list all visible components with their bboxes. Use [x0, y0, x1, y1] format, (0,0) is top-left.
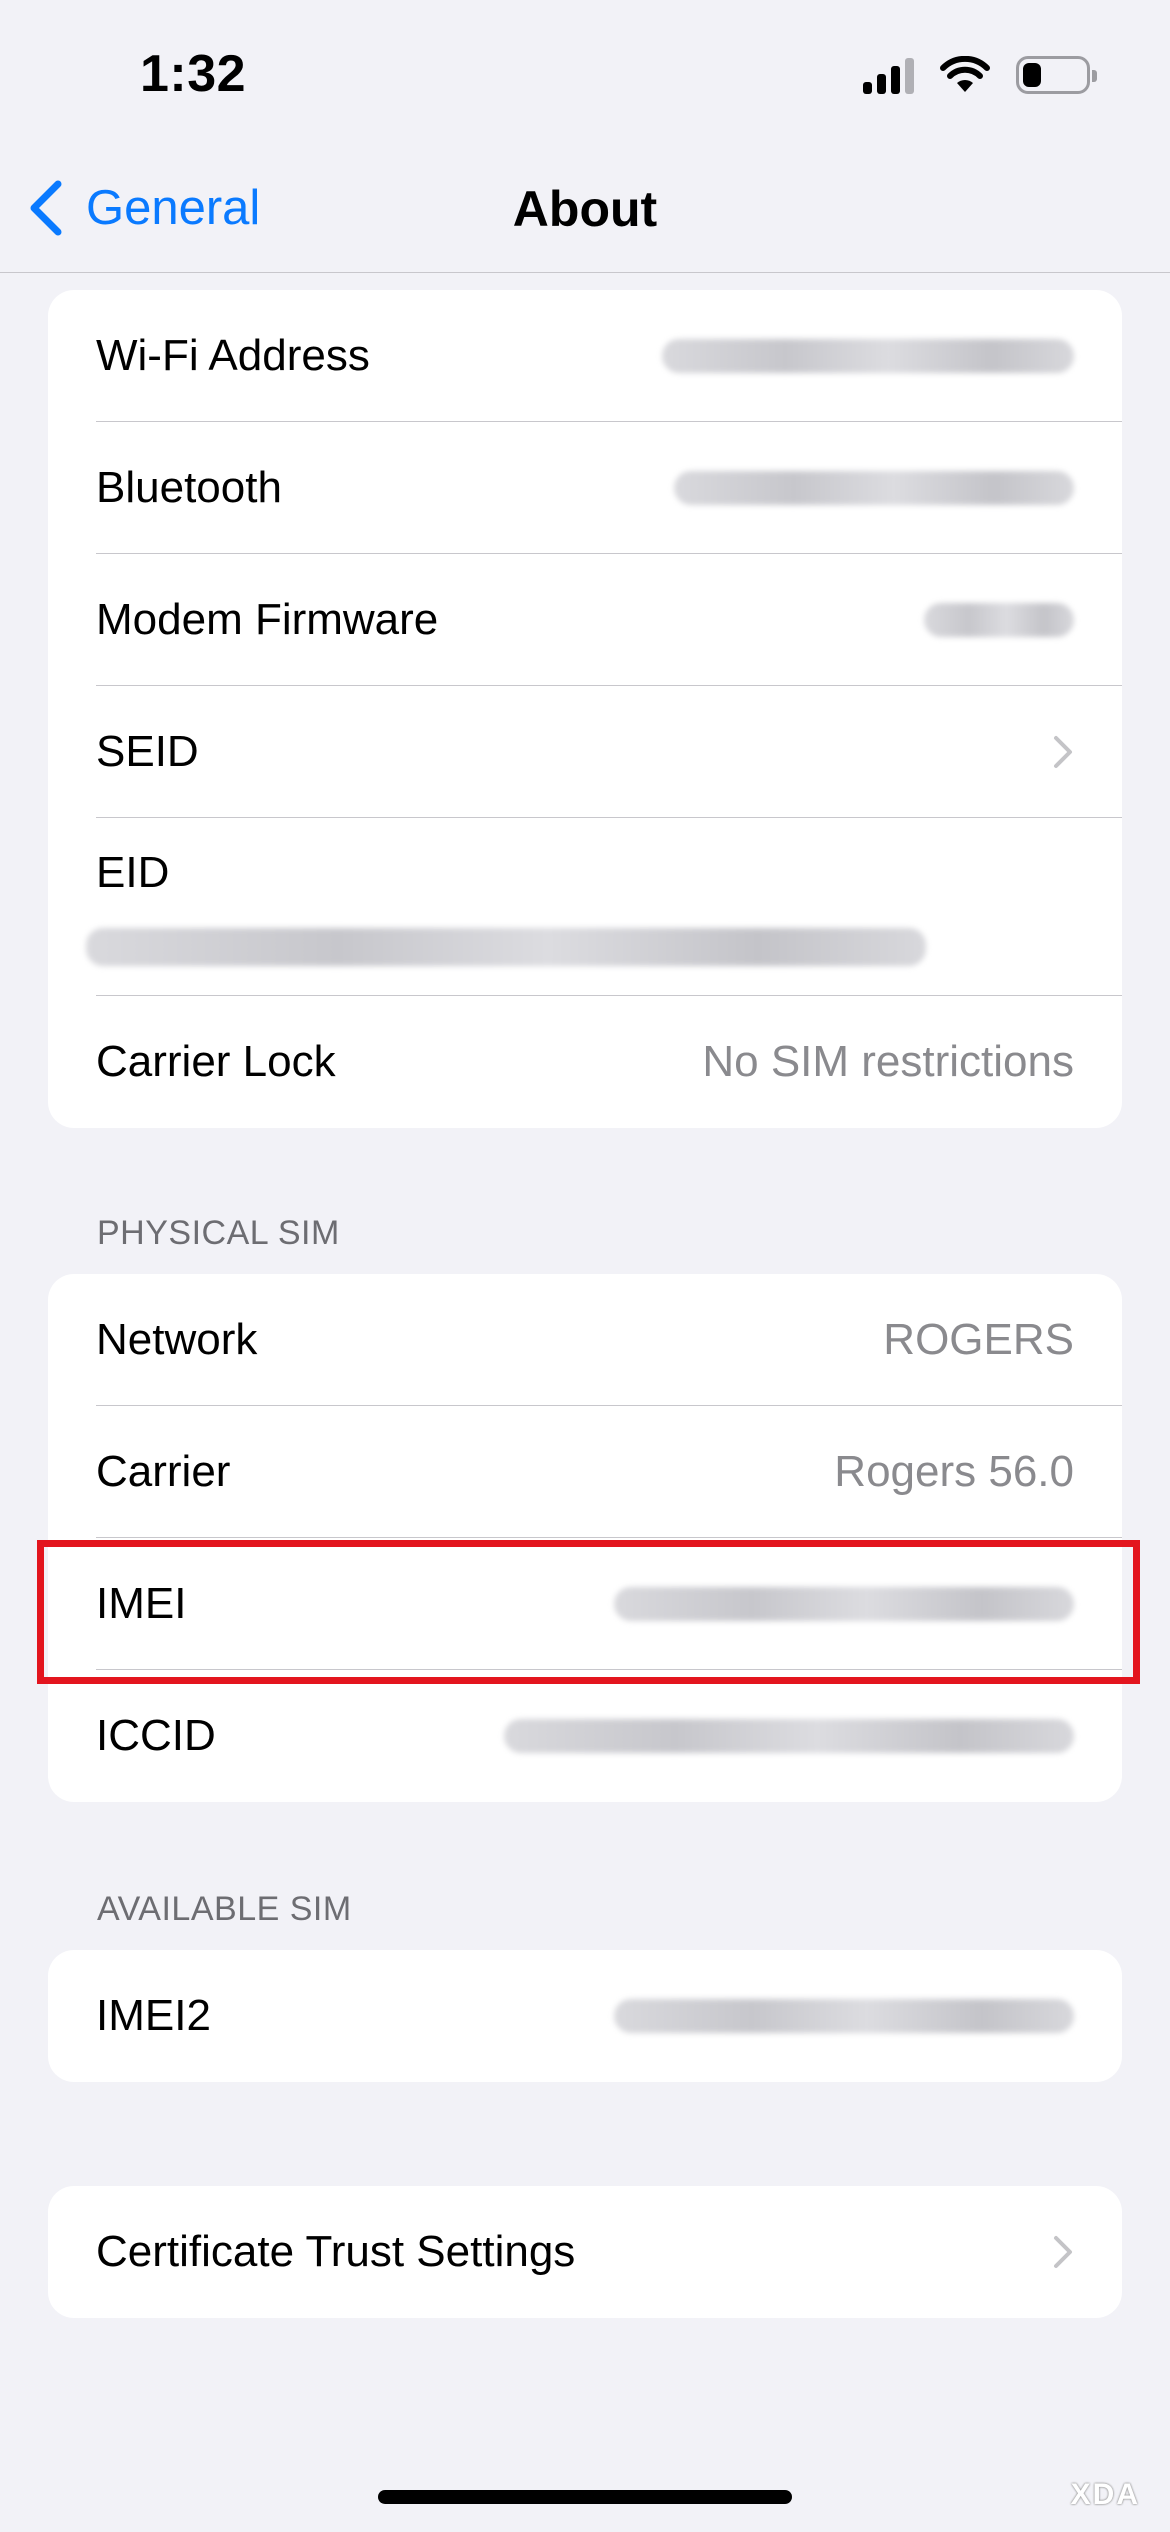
physical-sim-group: Network ROGERS Carrier Rogers 56.0 IMEI … [48, 1274, 1122, 1802]
row-value: No SIM restrictions [702, 1037, 1074, 1086]
redacted-value [614, 1587, 1074, 1621]
redacted-value [924, 603, 1074, 637]
certificate-group: Certificate Trust Settings [48, 2186, 1122, 2318]
row-label: IMEI [96, 1579, 187, 1628]
home-indicator[interactable] [378, 2490, 792, 2504]
row-modem-firmware: Modem Firmware [48, 554, 1122, 686]
status-icons [863, 56, 1097, 94]
row-label: Carrier Lock [96, 1037, 336, 1086]
row-network: Network ROGERS [48, 1274, 1122, 1406]
row-iccid: ICCID [48, 1670, 1122, 1802]
page-title: About [512, 181, 658, 237]
row-bluetooth: Bluetooth [48, 422, 1122, 554]
redacted-value [86, 928, 926, 966]
row-eid: EID [48, 818, 1122, 996]
row-label: Carrier [96, 1447, 231, 1496]
xda-watermark-logo: XDA [1070, 2478, 1140, 2511]
row-label: Bluetooth [96, 463, 282, 512]
row-carrier-lock: Carrier Lock No SIM restrictions [48, 996, 1122, 1128]
row-label: Modem Firmware [96, 595, 439, 644]
row-label: EID [96, 848, 170, 897]
section-header-available-sim: AVAILABLE SIM [97, 1890, 352, 1928]
row-value: ROGERS [883, 1315, 1074, 1364]
row-value: Rogers 56.0 [834, 1447, 1074, 1496]
redacted-value [504, 1719, 1074, 1753]
row-label: IMEI2 [96, 1991, 211, 2040]
row-imei: IMEI [48, 1538, 1122, 1670]
battery-level [1023, 63, 1041, 87]
redacted-value [674, 471, 1074, 505]
section-header-physical-sim: PHYSICAL SIM [97, 1214, 340, 1252]
row-label: Certificate Trust Settings [96, 2227, 576, 2276]
wifi-icon [940, 56, 990, 92]
status-bar: 1:32 [0, 0, 1170, 150]
chevron-right-icon [1054, 2236, 1072, 2268]
battery-icon [1016, 56, 1097, 94]
row-seid[interactable]: SEID [48, 686, 1122, 818]
device-info-group: Wi-Fi Address Bluetooth Modem Firmware S… [48, 290, 1122, 1128]
nav-bar: General About [0, 150, 1170, 273]
row-carrier: Carrier Rogers 56.0 [48, 1406, 1122, 1538]
row-certificate-trust-settings[interactable]: Certificate Trust Settings [48, 2186, 1122, 2318]
status-time: 1:32 [140, 45, 247, 103]
redacted-value [662, 339, 1074, 373]
row-label: Wi-Fi Address [96, 331, 370, 380]
row-wifi-address: Wi-Fi Address [48, 290, 1122, 422]
signal-icon [863, 56, 914, 94]
redacted-value [614, 1999, 1074, 2033]
chevron-right-icon [1054, 736, 1072, 768]
row-imei2: IMEI2 [48, 1950, 1122, 2082]
row-label: Network [96, 1315, 258, 1364]
row-label: ICCID [96, 1711, 216, 1760]
available-sim-group: IMEI2 [48, 1950, 1122, 2082]
row-label: SEID [96, 727, 199, 776]
